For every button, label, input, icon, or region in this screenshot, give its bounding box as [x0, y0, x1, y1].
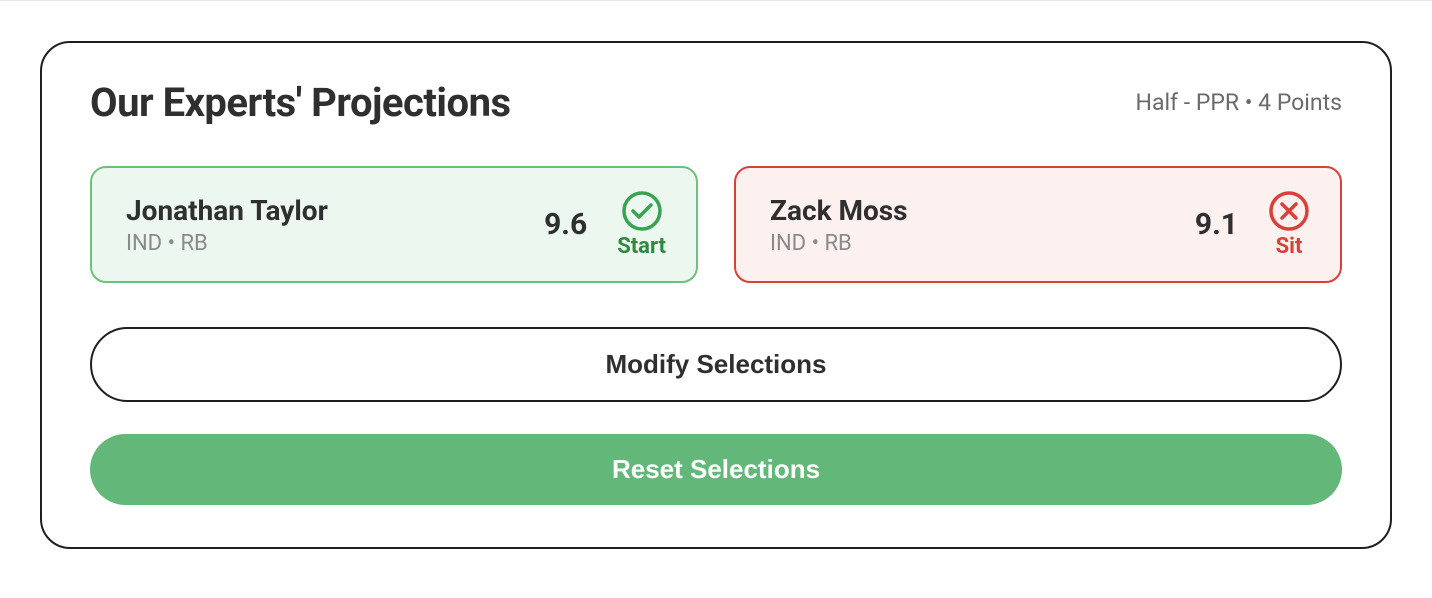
recommendation-label: Sit — [1276, 234, 1303, 259]
x-circle-icon — [1268, 190, 1310, 232]
player-info: Zack Moss IND • RB — [770, 194, 908, 256]
recommendation-label: Start — [617, 234, 666, 259]
page-title: Our Experts' Projections — [90, 79, 511, 126]
buttons-column: Modify Selections Reset Selections — [90, 327, 1342, 505]
player-name: Zack Moss — [770, 194, 908, 227]
header-row: Our Experts' Projections Half - PPR • 4 … — [90, 79, 1342, 126]
status-column: Start — [617, 190, 666, 259]
modify-selections-button[interactable]: Modify Selections — [90, 327, 1342, 402]
reset-selections-button[interactable]: Reset Selections — [90, 434, 1342, 505]
player-card-start[interactable]: Jonathan Taylor IND • RB 9.6 Start — [90, 166, 698, 283]
check-circle-icon — [621, 190, 663, 232]
players-row: Jonathan Taylor IND • RB 9.6 Start — [90, 166, 1342, 283]
projection-value: 9.6 — [544, 207, 587, 242]
player-meta: IND • RB — [126, 231, 328, 256]
player-right: 9.1 Sit — [1195, 190, 1310, 259]
player-meta: IND • RB — [770, 231, 908, 256]
status-column: Sit — [1268, 190, 1310, 259]
player-name: Jonathan Taylor — [126, 194, 328, 227]
player-info: Jonathan Taylor IND • RB — [126, 194, 328, 256]
player-card-sit[interactable]: Zack Moss IND • RB 9.1 Sit — [734, 166, 1342, 283]
player-right: 9.6 Start — [544, 190, 666, 259]
scoring-label: Half - PPR • 4 Points — [1136, 89, 1342, 116]
projection-value: 9.1 — [1195, 207, 1238, 242]
projections-card: Our Experts' Projections Half - PPR • 4 … — [40, 41, 1392, 549]
